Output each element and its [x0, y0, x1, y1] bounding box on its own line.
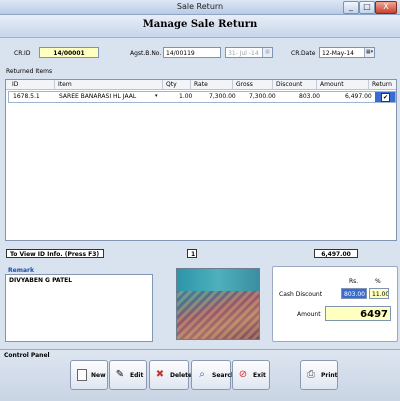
grid-header: ID Item Qty Rate Gross Discount Amount R…: [6, 80, 396, 90]
cr-date-label: CR.Date: [291, 50, 316, 57]
delete-button[interactable]: ✖ Delete: [149, 360, 193, 390]
col-gross: Gross: [236, 81, 253, 88]
print-label: Print: [321, 372, 338, 379]
edit-icon: ✎: [115, 369, 125, 380]
edit-label: Edit: [130, 372, 144, 379]
row-qty: 1.00: [179, 93, 193, 100]
item-count: 1: [187, 249, 197, 258]
discount-panel: Rs. % Cash Discount 803.00 11.00 Amount …: [272, 266, 398, 342]
calendar-dropdown-icon[interactable]: ▦▾: [364, 48, 374, 57]
table-row[interactable]: 1678.5.1 SAREE BANARASI HL JAAL ▾ 1.00 7…: [8, 91, 396, 103]
exit-label: Exit: [253, 372, 266, 379]
search-button[interactable]: ⌕ Search: [191, 360, 235, 390]
title-bar: Sale Return _ □ X: [0, 0, 400, 15]
pct-label: %: [375, 278, 381, 285]
exit-button[interactable]: ⊘ Exit: [232, 360, 270, 390]
delete-label: Delete: [170, 372, 193, 379]
col-id: ID: [12, 81, 19, 88]
returned-items-grid: ID Item Qty Rate Gross Discount Amount R…: [5, 79, 397, 241]
minimize-button[interactable]: _: [343, 1, 359, 14]
search-icon: ⌕: [199, 369, 205, 380]
exit-icon: ⊘: [238, 369, 248, 380]
cr-id-field[interactable]: 14/00001: [39, 47, 99, 58]
delete-icon: ✖: [155, 369, 165, 380]
page-header: Manage Sale Return: [0, 15, 400, 38]
row-discount: 803.00: [299, 93, 320, 100]
rs-label: Rs.: [349, 278, 359, 285]
col-return: Return: [372, 81, 392, 88]
agst-date-field[interactable]: 31- Jul -14 ▦: [225, 47, 273, 58]
new-button[interactable]: New: [70, 360, 108, 390]
close-button[interactable]: X: [375, 1, 397, 14]
maximize-button[interactable]: □: [359, 1, 375, 14]
returned-items-label: Returned Items: [6, 68, 53, 75]
col-item: Item: [58, 81, 72, 88]
cr-date-field[interactable]: 12-May-14 ▦▾: [319, 47, 375, 58]
agst-bno-label: Agst.B.No.: [130, 50, 162, 57]
col-rate: Rate: [194, 81, 208, 88]
return-checkbox[interactable]: ✔: [381, 93, 390, 102]
page-title: Manage Sale Return: [142, 19, 258, 30]
row-rate: 7,300.00: [209, 93, 236, 100]
print-button[interactable]: ⎙ Print: [300, 360, 338, 390]
cash-discount-label: Cash Discount: [279, 291, 323, 298]
new-document-icon: [77, 369, 87, 381]
cash-discount-pct-field[interactable]: 11.00: [369, 288, 389, 299]
col-amount: Amount: [320, 81, 344, 88]
cash-discount-rs-field[interactable]: 803.00: [341, 288, 367, 299]
remark-text: DIVYABEN G PATEL: [9, 277, 73, 284]
row-gross: 7,300.00: [249, 93, 276, 100]
remark-label: Remark: [8, 267, 34, 274]
control-panel-label: Control Panel: [4, 352, 50, 359]
col-discount: Discount: [276, 81, 303, 88]
new-label: New: [91, 372, 106, 379]
amount-label: Amount: [297, 311, 321, 318]
remark-textarea[interactable]: DIVYABEN G PATEL: [5, 274, 153, 342]
item-dropdown-icon[interactable]: ▾: [155, 93, 158, 99]
row-id: 1678.5.1: [13, 93, 40, 100]
window-title: Sale Return: [176, 2, 224, 11]
calendar-icon: ▦: [262, 48, 272, 57]
edit-button[interactable]: ✎ Edit: [109, 360, 147, 390]
print-icon: ⎙: [307, 369, 315, 380]
cr-date-value: 12-May-14: [322, 50, 354, 57]
sale-return-window: Sale Return _ □ X Manage Sale Return CR.…: [0, 0, 400, 401]
amount-field[interactable]: 6497: [325, 306, 391, 321]
grid-total: 6,497.00: [314, 249, 358, 258]
item-photo: [176, 268, 260, 340]
row-item: SAREE BANARASI HL JAAL: [59, 93, 137, 100]
cr-id-label: CR.ID: [14, 50, 31, 57]
agst-date-value: 31- Jul -14: [228, 50, 259, 57]
row-amount: 6,497.00: [345, 93, 372, 100]
view-id-hint: To View ID Info. (Press F3): [6, 249, 104, 258]
agst-bno-field[interactable]: 14/00119: [163, 47, 221, 58]
col-qty: Qty: [166, 81, 177, 88]
return-cell[interactable]: ✔: [375, 92, 395, 102]
